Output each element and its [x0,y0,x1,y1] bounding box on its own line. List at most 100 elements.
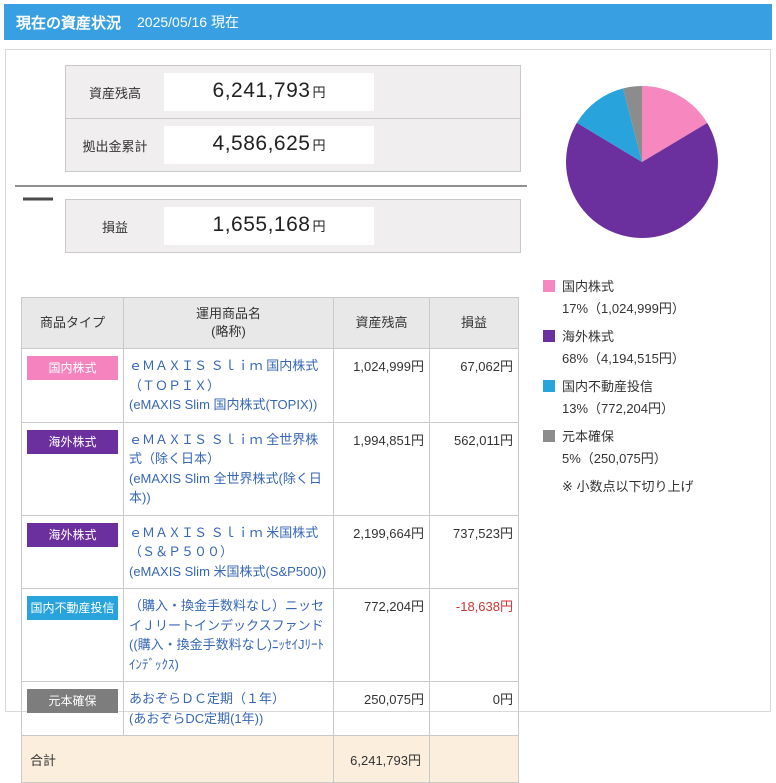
table-row: 海外株式 ｅＭＡＸＩＳ Ｓｌｉｍ 全世界株式（除く日本） (eMAXIS Sli… [22,422,519,515]
legend-label: 国内株式 [562,276,614,295]
legend-swatch-icon [543,380,555,392]
contribution-total-label: 拠出金累計 [66,136,164,155]
product-short-name: (eMAXIS Slim 全世界株式(除く日本)) [129,469,328,508]
legend-swatch-icon [543,430,555,442]
product-balance: 1,994,851円 [334,422,430,515]
product-short-name: (eMAXIS Slim 国内株式(TOPIX)) [129,395,328,415]
product-full-name: ｅＭＡＸＩＳ Ｓｌｉｍ 全世界株式（除く日本） [129,432,318,467]
header-profit-loss: 損益 [430,298,519,349]
product-profit-loss: 0円 [430,682,519,736]
product-name-cell: ｅＭＡＸＩＳ Ｓｌｉｍ 国内株式（ＴＯＰＩＸ） (eMAXIS Slim 国内株… [124,349,334,423]
legend-swatch-icon [543,330,555,342]
legend-item: 元本確保 5%（250,075円） [543,426,760,467]
product-full-name: あおぞらＤＣ定期（１年） [129,691,285,706]
contribution-total-unit: 円 [312,135,325,154]
product-name-link[interactable]: ｅＭＡＸＩＳ Ｓｌｉｍ 国内株式（ＴＯＰＩＸ） (eMAXIS Slim 国内株… [129,356,328,415]
left-column: — 資産残高 6,241,793 円 拠出金累計 4,586,625 円 損益 [21,65,523,693]
product-short-name: (あおぞらDC定期(1年)) [129,709,328,729]
product-short-name: ((購入・換金手数料なし)ﾆｯｾｲJﾘｰﾄｲﾝﾃﾞｯｸｽ) [129,635,328,674]
legend-detail: 5%（250,075円） [562,448,760,467]
products-table: 商品タイプ 運用商品名 (略称) 資産残高 損益 国内株式 ｅＭＡＸＩＳ Ｓｌｉ… [21,297,519,783]
table-row: 元本確保 あおぞらＤＣ定期（１年） (あおぞらDC定期(1年)) 250,075… [22,682,519,736]
profit-loss-row: 損益 1,655,168 円 [65,199,521,253]
product-name-cell: ｅＭＡＸＩＳ Ｓｌｉｍ 米国株式（Ｓ＆Ｐ５００） (eMAXIS Slim 米国… [124,515,334,589]
profit-loss-unit: 円 [312,216,325,235]
product-profit-loss: 67,062円 [430,349,519,423]
table-row: 国内不動産投信 （購入・換金手数料なし）ニッセイＪリートインデックスファンド (… [22,589,519,682]
contribution-total-valuebox: 4,586,625 円 [164,126,374,164]
minus-operator: — [23,183,53,213]
product-type-badge: 国内株式 [27,356,118,380]
header-product-name-line2: (略称) [211,324,246,339]
table-row: 海外株式 ｅＭＡＸＩＳ Ｓｌｉｍ 米国株式（Ｓ＆Ｐ５００） (eMAXIS Sl… [22,515,519,589]
asset-allocation-pie-chart [545,73,760,256]
asset-balance-unit: 円 [312,82,325,101]
total-row: 合計 6,241,793円 [22,736,519,783]
legend-item: 海外株式 68%（4,194,515円） [543,326,760,367]
legend-item: 国内不動産投信 13%（772,204円） [543,376,760,417]
table-row: 国内株式 ｅＭＡＸＩＳ Ｓｌｉｍ 国内株式（ＴＯＰＩＸ） (eMAXIS Sli… [22,349,519,423]
equals-divider [15,185,527,187]
as-of-date: 2025/05/16 現在 [137,12,239,32]
product-profit-loss: -18,638円 [430,589,519,682]
product-name-link[interactable]: あおぞらＤＣ定期（１年） (あおぞらDC定期(1年)) [129,689,328,728]
product-name-cell: （購入・換金手数料なし）ニッセイＪリートインデックスファンド ((購入・換金手数… [124,589,334,682]
product-balance: 1,024,999円 [334,349,430,423]
legend-detail: 13%（772,204円） [562,398,760,417]
product-full-name: ｅＭＡＸＩＳ Ｓｌｉｍ 国内株式（ＴＯＰＩＸ） [129,358,318,393]
product-profit-loss: 737,523円 [430,515,519,589]
product-type-badge: 国内不動産投信 [27,596,118,620]
product-name-link[interactable]: ｅＭＡＸＩＳ Ｓｌｉｍ 米国株式（Ｓ＆Ｐ５００） (eMAXIS Slim 米国… [129,523,328,582]
profit-loss-valuebox: 1,655,168 円 [164,207,374,245]
header-product-type: 商品タイプ [22,298,124,349]
summary-stack: 資産残高 6,241,793 円 拠出金累計 4,586,625 円 [65,65,521,172]
content-frame: — 資産残高 6,241,793 円 拠出金累計 4,586,625 円 損益 [5,49,771,712]
product-type-cell: 海外株式 [22,422,124,515]
contribution-total-row: 拠出金累計 4,586,625 円 [65,118,521,172]
header-asset-balance: 資産残高 [334,298,430,349]
product-type-badge: 元本確保 [27,689,118,713]
product-name-link[interactable]: （購入・換金手数料なし）ニッセイＪリートインデックスファンド ((購入・換金手数… [129,596,328,674]
total-balance: 6,241,793円 [334,736,430,783]
product-type-cell: 海外株式 [22,515,124,589]
header-product-name: 運用商品名 (略称) [124,298,334,349]
asset-balance-valuebox: 6,241,793 円 [164,73,374,111]
right-column: 国内株式 17%（1,024,999円） 海外株式 68%（4,194,515円… [539,65,760,693]
page-title: 現在の資産状況 [16,12,121,33]
profit-loss-stack: 損益 1,655,168 円 [65,199,521,253]
legend-label: 元本確保 [562,426,614,445]
product-type-badge: 海外株式 [27,430,118,454]
product-full-name: （購入・換金手数料なし）ニッセイＪリートインデックスファンド [129,598,324,633]
contribution-total-value: 4,586,625 [213,130,311,157]
total-pl-empty [430,736,519,783]
total-label: 合計 [22,736,334,783]
product-type-badge: 海外株式 [27,523,118,547]
product-balance: 772,204円 [334,589,430,682]
legend-item: 国内株式 17%（1,024,999円） [543,276,760,317]
product-name-cell: ｅＭＡＸＩＳ Ｓｌｉｍ 全世界株式（除く日本） (eMAXIS Slim 全世界… [124,422,334,515]
product-type-cell: 国内不動産投信 [22,589,124,682]
legend-detail: 17%（1,024,999円） [562,298,760,317]
product-name-link[interactable]: ｅＭＡＸＩＳ Ｓｌｉｍ 全世界株式（除く日本） (eMAXIS Slim 全世界… [129,430,328,508]
rounding-note: ※ 小数点以下切り上げ [562,476,760,495]
legend-detail: 68%（4,194,515円） [562,348,760,367]
legend-label: 国内不動産投信 [562,376,653,395]
legend-label: 海外株式 [562,326,614,345]
product-profit-loss: 562,011円 [430,422,519,515]
page-title-bar: 現在の資産状況 2025/05/16 現在 [4,4,772,40]
product-balance: 250,075円 [334,682,430,736]
asset-balance-value: 6,241,793 [213,77,311,104]
product-balance: 2,199,664円 [334,515,430,589]
product-type-cell: 元本確保 [22,682,124,736]
product-name-cell: あおぞらＤＣ定期（１年） (あおぞらDC定期(1年)) [124,682,334,736]
profit-loss-label: 損益 [66,217,164,236]
product-short-name: (eMAXIS Slim 米国株式(S&P500)) [129,562,328,582]
product-full-name: ｅＭＡＸＩＳ Ｓｌｉｍ 米国株式（Ｓ＆Ｐ５００） [129,525,318,560]
header-product-name-line1: 運用商品名 [196,306,261,321]
pie-chart-svg [545,73,750,251]
legend-swatch-icon [543,280,555,292]
product-type-cell: 国内株式 [22,349,124,423]
pie-chart-legend: 国内株式 17%（1,024,999円） 海外株式 68%（4,194,515円… [543,276,760,495]
profit-loss-value: 1,655,168 [213,211,311,238]
asset-balance-row: 資産残高 6,241,793 円 [65,65,521,119]
